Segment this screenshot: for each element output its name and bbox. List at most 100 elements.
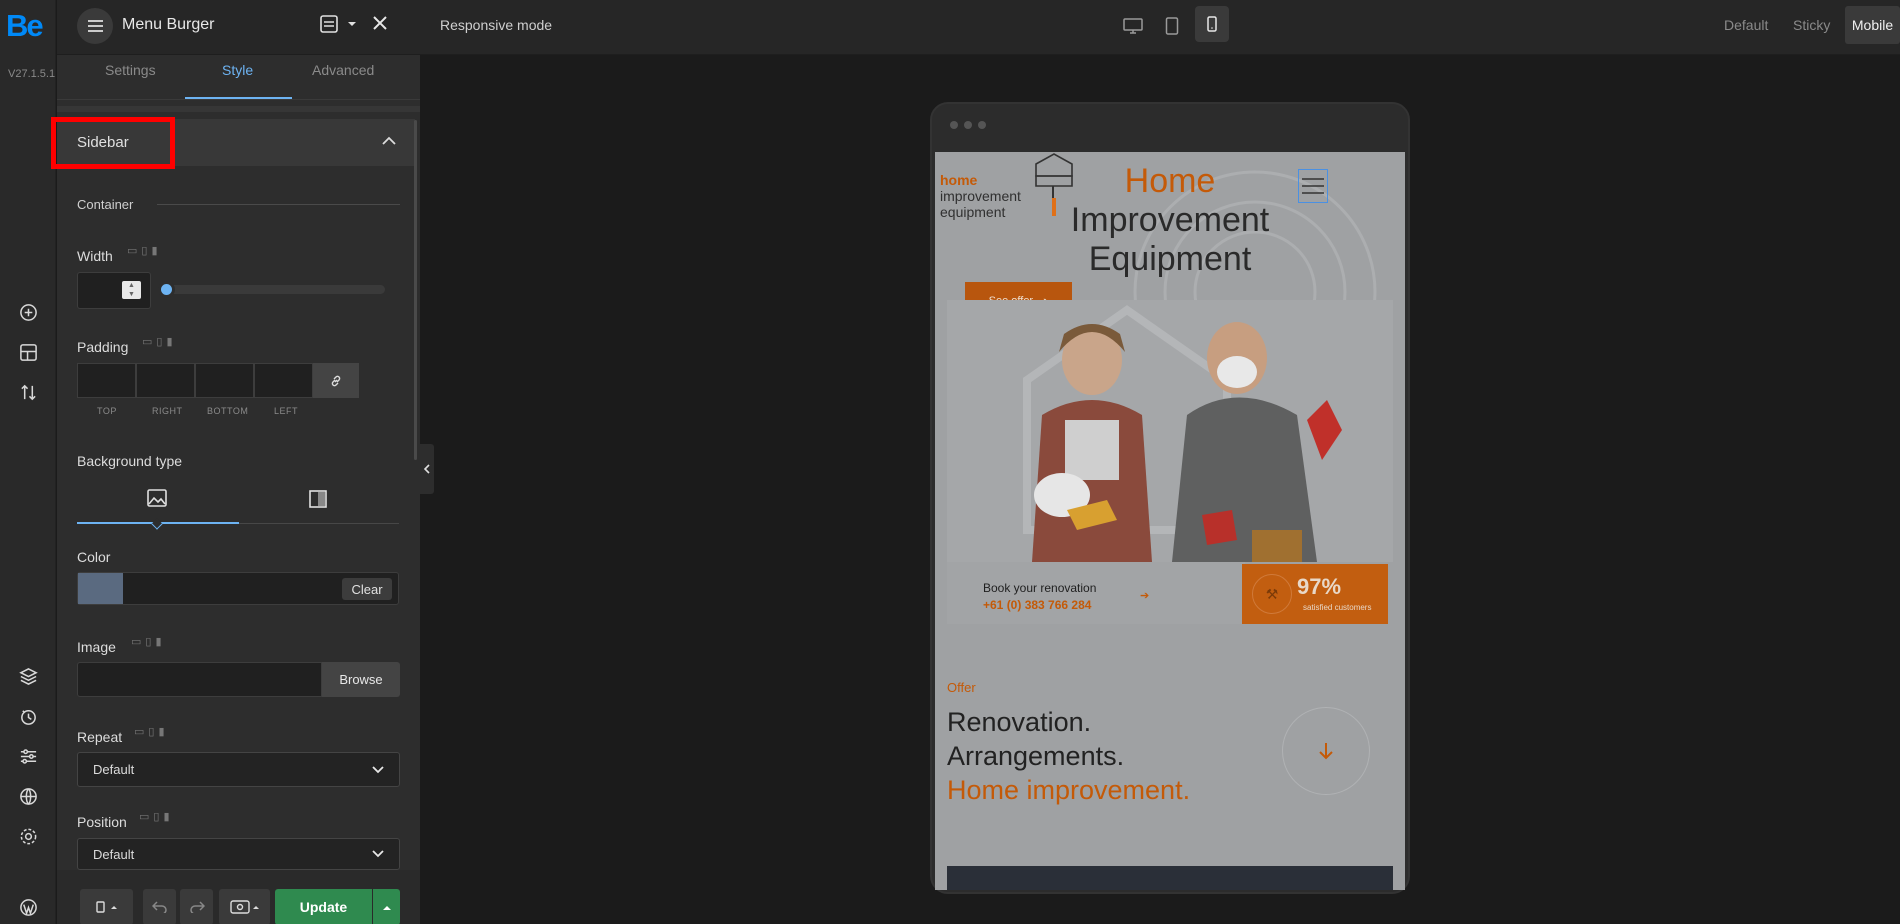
add-element-icon[interactable] (14, 298, 42, 326)
eye-icon (229, 900, 259, 914)
image-path-input[interactable] (77, 662, 322, 697)
phone-number: +61 (0) 383 766 284 (983, 598, 1092, 612)
caret-down-icon (348, 22, 356, 26)
padding-top-input[interactable] (77, 363, 136, 398)
padding-top-label: TOP (97, 406, 117, 416)
wordpress-icon[interactable] (14, 893, 42, 921)
color-label: Color (77, 549, 111, 565)
redo-button[interactable] (180, 889, 213, 924)
padding-left-input[interactable] (254, 363, 313, 398)
element-options-button[interactable] (319, 14, 357, 34)
update-button[interactable]: Update (275, 889, 372, 924)
settings-gear-icon[interactable] (14, 822, 42, 850)
element-title: Menu Burger (122, 16, 215, 33)
redo-icon (189, 901, 205, 913)
panel-scrollbar[interactable] (414, 120, 417, 460)
device-preview-button[interactable] (80, 889, 133, 924)
hero-photo (947, 300, 1393, 562)
chevron-up-icon[interactable] (382, 136, 396, 146)
position-value: Default (93, 846, 135, 862)
history-icon[interactable] (14, 702, 42, 730)
arrow-down-icon (1319, 743, 1333, 760)
padding-left-label: LEFT (274, 406, 299, 416)
sliders-icon[interactable] (14, 742, 42, 770)
stat-label: satisfied customers (1303, 603, 1372, 612)
mode-sticky-tab[interactable]: Sticky (1793, 17, 1830, 33)
chevron-left-icon (423, 464, 430, 474)
gradient-icon (309, 490, 327, 508)
image-icon (147, 489, 167, 507)
hero-line3: Equipment (1088, 240, 1252, 278)
bg-image-tab[interactable] (147, 489, 167, 512)
tablet-icon (1165, 17, 1179, 35)
arrow-right-icon[interactable]: ➔ (1140, 589, 1149, 602)
mobile-caret-icon (95, 901, 117, 913)
tools-icon: ⚒ (1252, 574, 1292, 614)
responsive-mode-label: Responsive mode (440, 17, 553, 33)
width-slider-track[interactable] (165, 285, 385, 294)
position-device-icons[interactable]: ▭▯▮ (139, 810, 174, 823)
settings-panel (57, 55, 420, 924)
sort-icon[interactable] (14, 378, 42, 406)
preview-button[interactable] (219, 889, 270, 924)
offer-heading-2: Arrangements. (947, 741, 1125, 771)
padding-right-label: RIGHT (152, 406, 183, 416)
offer-heading-1: Renovation. (947, 707, 1092, 737)
layers-icon[interactable] (14, 662, 42, 690)
image-device-icons[interactable]: ▭▯▮ (131, 635, 166, 648)
hero-line2: Improvement (1070, 201, 1270, 239)
close-button[interactable] (372, 15, 388, 36)
desktop-icon (1123, 18, 1143, 34)
workers-photo-illustration (1023, 305, 1342, 562)
mode-mobile-tab[interactable]: Mobile (1845, 6, 1900, 44)
frame-dots (950, 121, 986, 129)
section-title: Sidebar (77, 134, 129, 151)
mode-default-tab[interactable]: Default (1724, 17, 1768, 33)
width-stepper[interactable]: ▲ ▼ (122, 281, 141, 299)
position-select[interactable]: Default (77, 838, 400, 870)
container-divider (157, 204, 400, 205)
scroll-down-button[interactable] (1282, 707, 1370, 795)
image-browse-button[interactable]: Browse (322, 662, 400, 697)
width-device-icons[interactable]: ▭▯▮ (127, 244, 162, 257)
padding-right-input[interactable] (136, 363, 195, 398)
padding-device-icons[interactable]: ▭▯▮ (142, 335, 177, 348)
repeat-label: Repeat (77, 729, 123, 745)
top-bar: Menu Burger Responsive mode Default Stic… (57, 0, 1900, 55)
tab-settings[interactable]: Settings (105, 62, 156, 78)
next-section-image (947, 866, 1393, 890)
tab-style[interactable]: Style (222, 62, 253, 78)
hero-line1: Home (1124, 162, 1216, 200)
width-label: Width (77, 248, 113, 264)
container-label: Container (77, 197, 134, 212)
repeat-device-icons[interactable]: ▭▯▮ (134, 725, 169, 738)
tablet-view-button[interactable] (1157, 12, 1187, 40)
version-label: V27.1.5.1 (8, 68, 56, 80)
panel-collapse-handle[interactable] (420, 444, 434, 494)
color-clear-button[interactable]: Clear (342, 578, 392, 600)
padding-link-button[interactable] (313, 363, 359, 398)
repeat-select[interactable]: Default (77, 752, 400, 787)
desktop-view-button[interactable] (1118, 12, 1148, 40)
menu-hamburger-button[interactable] (77, 8, 113, 44)
book-label: Book your renovation (983, 581, 1097, 595)
padding-bottom-label: BOTTOM (207, 406, 249, 416)
mobile-icon (1207, 16, 1217, 32)
width-slider-handle[interactable] (158, 281, 175, 298)
layout-icon[interactable] (14, 338, 42, 366)
mobile-view-button[interactable] (1195, 6, 1229, 42)
chevron-down-icon (372, 765, 384, 773)
update-options-button[interactable] (373, 889, 400, 924)
site-preview[interactable]: home improvement equipment Home Improvem… (935, 152, 1405, 890)
color-swatch[interactable] (78, 573, 123, 604)
repeat-value: Default (93, 762, 135, 777)
padding-bottom-input[interactable] (195, 363, 254, 398)
globe-icon[interactable] (14, 782, 42, 810)
caret-up-icon (382, 905, 391, 910)
undo-button[interactable] (143, 889, 176, 924)
offer-label: Offer (947, 680, 976, 695)
scroll-fade (57, 106, 420, 112)
tab-advanced[interactable]: Advanced (312, 62, 374, 78)
bg-gradient-tab[interactable] (309, 490, 327, 513)
padding-label: Padding (77, 339, 129, 355)
